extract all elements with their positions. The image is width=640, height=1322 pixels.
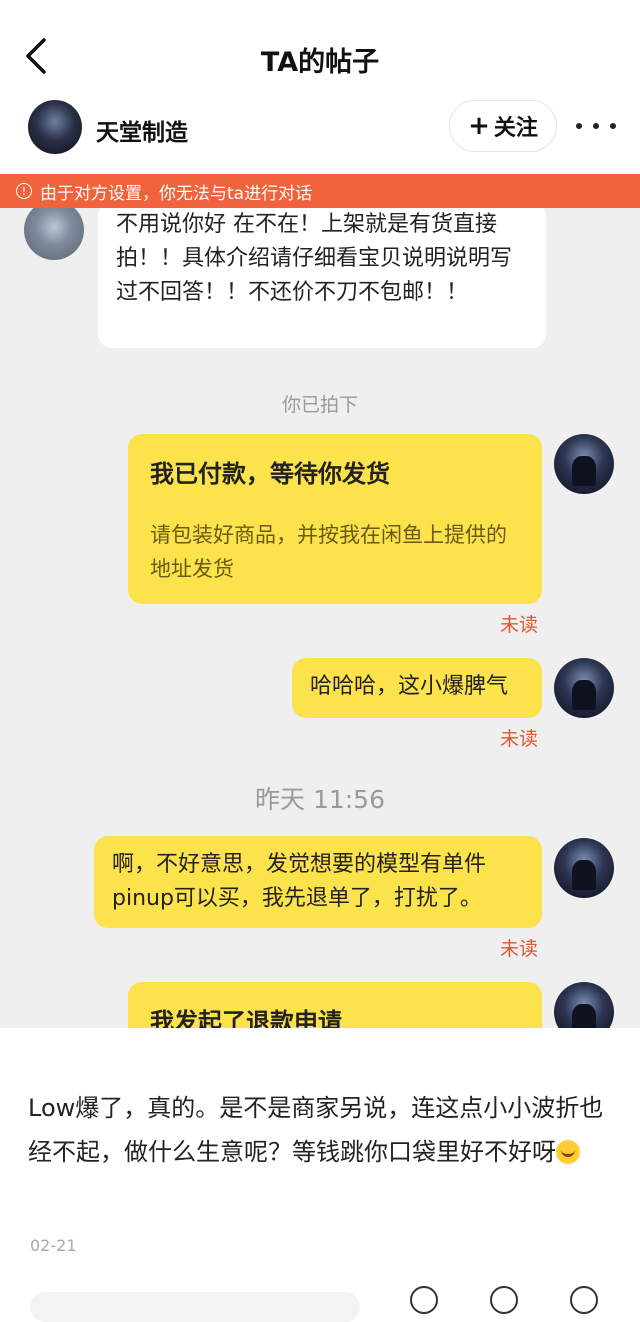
chat-screenshot-image[interactable]: 不用说你好 在不在！上架就是有货直接拍！！具体介绍请仔细看宝贝说明说明写过不回答… [0,174,640,1028]
follow-button[interactable]: + 关注 [449,100,557,152]
banner-text: 由于对方设置，你无法与ta进行对话 [40,183,313,204]
plus-icon: + [468,111,490,141]
follow-label: 关注 [493,116,538,141]
buyer-avatar [554,434,614,494]
seller-avatar [24,200,84,260]
page-title: TA的帖子 [260,47,380,78]
comment-input[interactable] [30,1292,360,1322]
restriction-banner: ! 由于对方设置，你无法与ta进行对话 [0,174,640,208]
more-icon[interactable] [576,112,616,140]
avatar[interactable] [28,100,82,154]
system-note: 你已拍下 [281,394,358,416]
payment-card: 我已付款，等待你发货 请包装好商品，并按我在闲鱼上提供的地址发货 [128,434,542,604]
comment-icon[interactable] [490,1286,518,1314]
bottom-action-bar [0,1280,640,1322]
seller-message-text: 不用说你好 在不在！上架就是有货直接拍！！具体介绍请仔细看宝贝说明说明写过不回答… [116,212,513,305]
message-text: 啊，不好意思，发觉想要的模型有单件pinup可以买，我先退单了，打扰了。 [112,852,487,911]
buyer-avatar [554,838,614,898]
info-icon: ! [16,183,32,199]
unread-label: 未读 [500,614,539,636]
unread-label: 未读 [500,938,539,960]
post-date: 02-21 [30,1236,77,1255]
message-text: 哈哈哈，这小爆脾气 [310,674,509,699]
top-bar: TA的帖子 [0,0,640,90]
message-bubble: 啊，不好意思，发觉想要的模型有单件pinup可以买，我先退单了，打扰了。 [94,836,542,928]
buyer-avatar [554,982,614,1028]
refund-card: 我发起了退款申请 [128,982,542,1028]
grinning-sweat-emoji-icon [556,1140,580,1164]
payment-card-title: 我已付款，等待你发货 [150,460,390,488]
share-icon[interactable] [570,1286,598,1314]
message-bubble: 哈哈哈，这小爆脾气 [292,658,542,718]
post-text: Low爆了，真的。是不是商家另说，连这点小小波折也经不起，做什么生意呢？等钱跳你… [28,1086,613,1174]
like-icon[interactable] [410,1286,438,1314]
post-text-content: Low爆了，真的。是不是商家另说，连这点小小波折也经不起，做什么生意呢？等钱跳你… [28,1094,604,1166]
seller-message-bubble: 不用说你好 在不在！上架就是有货直接拍！！具体介绍请仔细看宝贝说明说明写过不回答… [98,202,546,348]
chat-timestamp: 昨天 11:56 [255,785,385,814]
buyer-avatar [554,658,614,718]
author-row: 天堂制造 + 关注 [0,96,640,160]
payment-card-subtitle: 请包装好商品，并按我在闲鱼上提供的地址发货 [150,523,507,581]
refund-card-title: 我发起了退款申请 [150,1008,342,1028]
unread-label: 未读 [500,728,539,750]
author-name[interactable]: 天堂制造 [96,113,188,147]
